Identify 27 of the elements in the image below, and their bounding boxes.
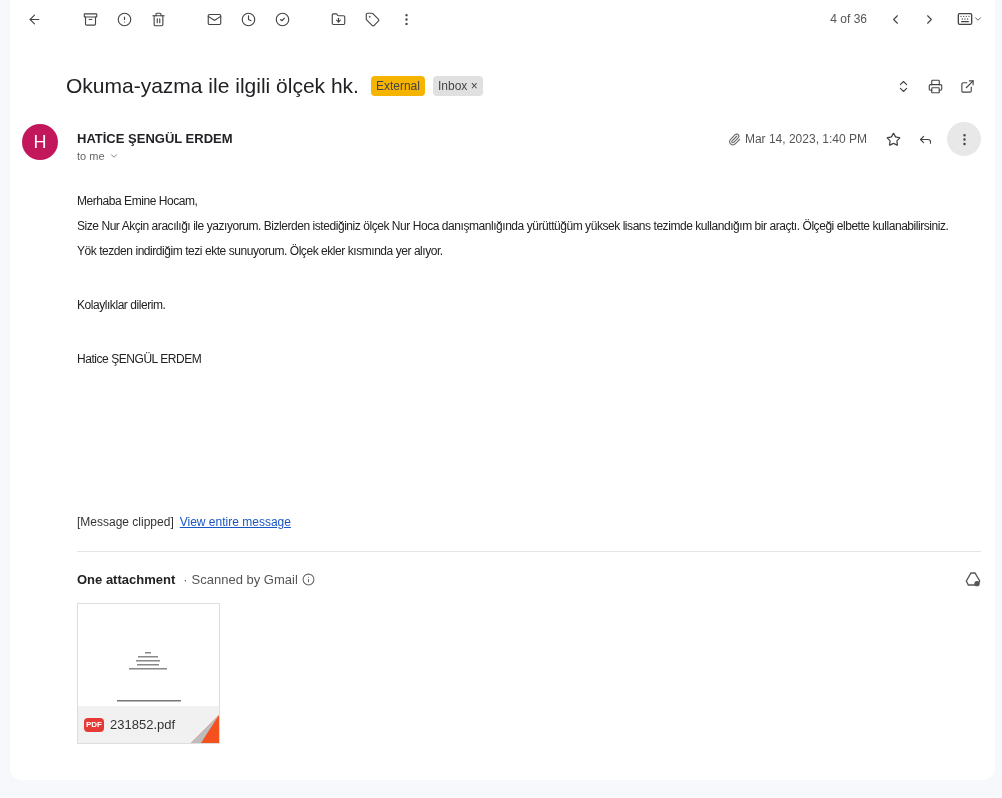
info-icon[interactable] — [301, 572, 315, 586]
paperclip-icon — [727, 132, 741, 146]
document-preview-drawing — [116, 652, 181, 702]
view-message-link[interactable]: View entire message — [179, 512, 291, 531]
file-name: 231852.pdf — [110, 715, 176, 734]
keyboard-icon[interactable] — [957, 11, 983, 27]
message-date: Mar 14, 2023, 1:40 PM — [744, 131, 867, 148]
body-text: Yök tezden indirdiğim tezi ekte sunuyorum. Ölçek ekler kısmında yer alıyor. — [77, 242, 444, 259]
separator-dot: · — [183, 570, 188, 589]
attachment-heading: One attachment — [77, 570, 176, 589]
file-type-badge: PDF — [84, 717, 104, 732]
clipped-notice: [Message clipped] — [77, 513, 174, 531]
recipient-toggle[interactable]: to me — [77, 148, 119, 165]
page-curl-icon — [191, 715, 219, 743]
attachment-card[interactable]: PDF 231852.pdf — [77, 603, 220, 744]
avatar: H — [22, 124, 58, 160]
body-text: Hatice ŞENGÜL ERDEM — [77, 350, 203, 367]
body-text: Size Nur Akçin aracılığı ile yazıyorum. Bizlerden istediğiniz ölçek Nur Hoca danışmanlığında yürüttüğüm yüksek lisans tezimde kullandığım bir araçtı. Ölçeği elbette kullanabilirsiniz. — [77, 217, 950, 234]
drive-add-icon[interactable] — [965, 571, 981, 588]
body-text: Merhaba Emine Hocam, — [77, 192, 199, 209]
body-text: Kolaylıklar dilerim. — [77, 296, 167, 313]
message-position: 4 of 36 — [830, 11, 867, 28]
label-chip[interactable]: Inbox × — [432, 76, 483, 96]
label-chip[interactable]: External — [370, 76, 425, 96]
scan-notice: Scanned by Gmail — [191, 570, 298, 589]
sender-name: HATİCE ŞENGÜL ERDEM — [77, 130, 233, 149]
email-subject: Okuma-yazma ile ilgili ölçek hk. — [66, 73, 359, 100]
